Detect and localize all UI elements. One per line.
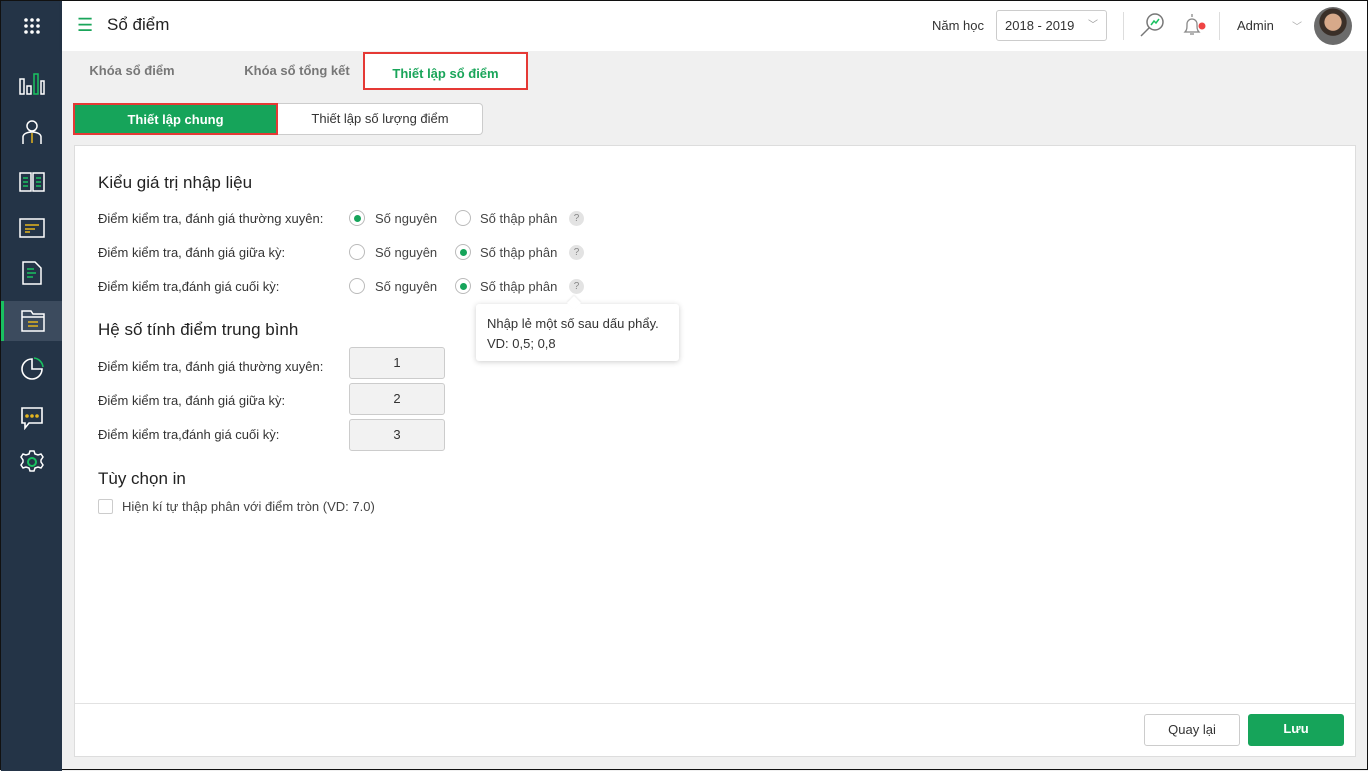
radio-label: Số nguyên xyxy=(375,245,438,260)
tab-lock-gradebook[interactable]: Khóa sổ điểm xyxy=(62,51,202,89)
tab-bar: Khóa sổ điểm Khóa sổ tổng kết Thiết lập … xyxy=(62,51,1367,91)
sidebar-item-statistics[interactable] xyxy=(1,64,62,104)
row-label: Điểm kiểm tra, đánh giá giữa kỳ: xyxy=(98,245,286,260)
row-label: Điểm kiểm tra, đánh giá thường xuyên: xyxy=(98,359,324,374)
header: ☰ Sổ điểm Năm học 2018 - 2019 ﹀ Admin ﹀ xyxy=(62,1,1367,51)
row-label: Điểm kiểm tra, đánh giá thường xuyên: xyxy=(98,211,324,226)
section-print-options-title: Tùy chọn in xyxy=(98,469,186,488)
radio-integer[interactable] xyxy=(349,278,365,294)
person-icon xyxy=(21,120,42,144)
radio-label: Số nguyên xyxy=(375,279,438,294)
chat-icon xyxy=(20,407,43,430)
coefficient-input[interactable]: 1 xyxy=(349,347,445,379)
year-label: Năm học xyxy=(932,18,985,33)
back-button[interactable]: Quay lại xyxy=(1144,714,1240,746)
page-title: Sổ điểm xyxy=(107,15,170,34)
radio-decimal[interactable] xyxy=(455,244,471,260)
chevron-down-icon: ﹀ xyxy=(1088,20,1098,31)
hamburger-menu-icon[interactable]: ☰ xyxy=(77,16,93,34)
radio-label: Số thập phân xyxy=(480,245,558,260)
user-name[interactable]: Admin xyxy=(1237,18,1274,33)
document-icon xyxy=(21,261,42,285)
avatar[interactable] xyxy=(1314,7,1352,45)
radio-decimal[interactable] xyxy=(455,278,471,294)
sidebar-item-reports[interactable] xyxy=(1,349,62,389)
coefficient-input[interactable]: 2 xyxy=(349,383,445,415)
radio-integer[interactable] xyxy=(349,210,365,226)
sidebar-item-teachers[interactable] xyxy=(1,112,62,152)
radio-label: Số thập phân xyxy=(480,211,558,226)
help-icon[interactable]: ? xyxy=(569,279,584,294)
row-label: Điểm kiểm tra,đánh giá cuối kỳ: xyxy=(98,279,280,294)
help-icon[interactable]: ? xyxy=(569,211,584,226)
screen-icon xyxy=(18,218,45,238)
sidebar-item-settings[interactable] xyxy=(1,442,62,482)
tab-gradebook-settings[interactable]: Thiết lập sổ điểm xyxy=(363,52,528,90)
checkbox-label: Hiện kí tự thập phân với điểm tròn (VD: … xyxy=(122,499,375,514)
bell-icon[interactable] xyxy=(1181,12,1207,38)
sidebar-item-messages[interactable] xyxy=(1,398,62,438)
settings-panel: Kiểu giá trị nhập liệu Điểm kiểm tra, đá… xyxy=(74,145,1356,757)
search-chart-icon[interactable] xyxy=(1139,12,1165,38)
footer-divider xyxy=(75,703,1355,704)
radio-label: Số thập phân xyxy=(480,279,558,294)
tab-lock-summary[interactable]: Khóa sổ tổng kết xyxy=(207,51,387,89)
radio-decimal[interactable] xyxy=(455,210,471,226)
help-tooltip: Nhập lẻ một số sau dấu phẩy. VD: 0,5; 0,… xyxy=(476,304,679,361)
coefficient-input[interactable]: 3 xyxy=(349,419,445,451)
tooltip-line: VD: 0,5; 0,8 xyxy=(487,336,556,351)
tooltip-line: Nhập lẻ một số sau dấu phẩy. xyxy=(487,316,659,331)
gear-icon xyxy=(19,450,44,472)
year-select[interactable]: 2018 - 2019 ﹀ xyxy=(996,10,1107,41)
folder-icon xyxy=(21,310,45,332)
book-icon xyxy=(18,172,45,192)
help-icon[interactable]: ? xyxy=(569,245,584,260)
sidebar xyxy=(1,1,62,771)
subtab-general-settings[interactable]: Thiết lập chung xyxy=(73,103,278,135)
save-button[interactable]: Lưu xyxy=(1248,714,1344,746)
decimal-display-checkbox[interactable] xyxy=(98,499,113,514)
row-label: Điểm kiểm tra,đánh giá cuối kỳ: xyxy=(98,427,280,442)
row-label: Điểm kiểm tra, đánh giá giữa kỳ: xyxy=(98,393,286,408)
bar-chart-icon xyxy=(18,73,45,95)
user-chevron-icon[interactable]: ﹀ xyxy=(1292,18,1302,33)
sidebar-item-books[interactable] xyxy=(1,161,62,201)
sidebar-item-gradebook[interactable] xyxy=(1,301,62,341)
sidebar-item-board[interactable] xyxy=(1,208,62,248)
radio-integer[interactable] xyxy=(349,244,365,260)
pie-chart-icon xyxy=(20,357,44,380)
year-select-value: 2018 - 2019 xyxy=(1005,18,1075,33)
section-input-type-title: Kiểu giá trị nhập liệu xyxy=(98,173,253,192)
apps-grid-icon[interactable] xyxy=(1,6,62,46)
subtab-score-count-settings[interactable]: Thiết lập số lượng điểm xyxy=(278,103,483,135)
radio-label: Số nguyên xyxy=(375,211,438,226)
section-coefficient-title: Hệ số tính điểm trung bình xyxy=(98,320,299,339)
sidebar-item-document[interactable] xyxy=(1,253,62,293)
